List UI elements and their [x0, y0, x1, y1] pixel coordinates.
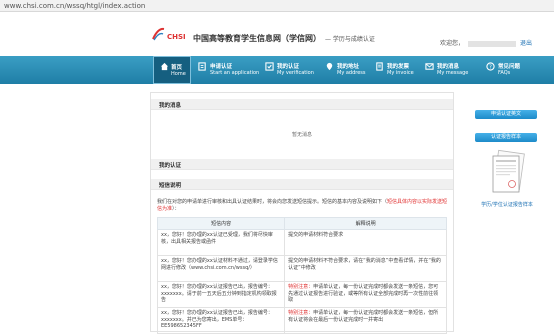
sms-table: 短信内容 解释说明 xx，您好！您办理的xx认证已受理，我们将尽快审核，出具相关… — [156, 217, 447, 334]
home-icon — [160, 62, 169, 71]
logo-text: CHSI — [167, 33, 186, 41]
note-text: 提交的申请材料不符合要求，请在“我的消息”中查看详情，并在“我的认证”中修改 — [288, 258, 441, 271]
apply-icon — [198, 62, 206, 71]
table-cell-content: xx，您好！您办理的xx认证已受理，我们将尽快审核，出具相关报告或函件 — [156, 229, 286, 256]
nav-item-verification[interactable]: 我的认证 My verification — [265, 56, 321, 84]
nav-item-faq-sublabel: FAQs — [498, 70, 511, 76]
table-header-row: 短信内容 解释说明 — [156, 217, 447, 230]
nav-item-address-label: 我的地址 — [337, 64, 360, 70]
sms-description: 我们在对您的申请单进行审核和出具认证结果时，将会向您发送短信提示。短信的基本内容… — [157, 199, 449, 213]
nav-item-invoice[interactable]: 我的发票 My invoice — [375, 56, 420, 84]
nav-item-message[interactable]: 我的消息 My message — [425, 56, 470, 84]
site-subtitle: — 学历与成绩认证 — [325, 36, 375, 43]
sms-section-title: 短信说明 — [159, 183, 182, 189]
invoice-icon — [376, 62, 383, 71]
url-text[interactable]: www.chsi.com.cn/wssq/htgl/index.action — [4, 2, 145, 10]
report-sample-thumbnail[interactable] — [488, 148, 528, 200]
column-header-content: 短信内容 — [156, 217, 286, 230]
nav-item-invoice-sublabel: My invoice — [387, 70, 414, 76]
nav-item-message-label: 我的消息 — [437, 64, 460, 70]
messages-section-title: 我的消息 — [159, 103, 182, 109]
table-cell-note: 特别注意：申请单认证，每一份认证完成时都会发送一条短信，您可先通过认证报告进行验… — [284, 281, 447, 308]
message-icon — [425, 63, 434, 70]
nav-item-verification-sublabel: My verification — [277, 70, 314, 76]
report-sample-button[interactable]: 认证报告样本 — [475, 133, 537, 142]
username-redacted — [468, 40, 517, 47]
sms-description-end: ）： — [172, 206, 180, 212]
nav-item-apply[interactable]: 申请认证 Start an application — [198, 56, 260, 84]
table-cell-note: 提交的申请材料符合要求 — [284, 229, 447, 256]
verification-icon — [265, 62, 274, 71]
verification-section-title: 我的认证 — [159, 163, 182, 169]
table-cell-note: 提交的申请材料不符合要求，请在“我的消息”中查看详情，并在“我的认证”中修改 — [284, 255, 447, 282]
nav-item-verification-label: 我的认证 — [277, 64, 300, 70]
column-header-note: 解释说明 — [284, 217, 447, 230]
main-panel: 我的消息 暂无消息 我的认证 短信说明 我们在对您的申请单进行审核和出具认证结果… — [150, 92, 454, 334]
site-title-main: 中国高等教育学生信息网（学信网） — [193, 34, 321, 43]
report-sample-link[interactable]: 学历/学位认证报告样本 — [476, 201, 538, 208]
nav-item-message-sublabel: My message — [437, 70, 469, 76]
messages-section-header: 我的消息 — [151, 99, 453, 110]
table-row: xx，您好！您办理的xx认证报告已出，报告编号：xxxxxxx。请于前一五天后五… — [156, 281, 447, 308]
sms-section-header: 短信说明 — [151, 179, 453, 190]
welcome-label: 欢迎您， — [440, 40, 465, 47]
user-welcome: 欢迎您， 退出 — [440, 38, 532, 47]
table-row: xx，您好！您办理的xx认证材料不通过，请登录学信网进行修改（www.chsi.… — [156, 255, 447, 282]
nav-item-home-label: 首页 — [171, 65, 183, 71]
note-warning: 特别注意： — [288, 284, 314, 290]
svg-text:?: ? — [489, 65, 492, 71]
nav-item-apply-sublabel: Start an application — [210, 70, 260, 76]
table-cell-content: xx，您好！您办理的xx认证报告已出，报告编号：xxxxxxx。请于前一五天后五… — [156, 281, 286, 308]
sms-description-text: 我们在对您的申请单进行审核和出具认证结果时，将会向您发送短信提示。短信的基本内容… — [157, 199, 388, 205]
nav-item-home-sublabel: Home — [171, 71, 186, 77]
apply-english-button[interactable]: 申请认证英文 — [475, 110, 537, 119]
nav-item-invoice-label: 我的发票 — [387, 64, 410, 70]
nav-item-address-sublabel: My address — [337, 70, 366, 76]
chsi-logo-icon — [152, 27, 165, 41]
note-text: 提交的申请材料符合要求 — [288, 232, 344, 238]
site-title: 中国高等教育学生信息网（学信网） — 学历与成绩认证 — [193, 33, 375, 44]
table-row: xx，您好！您办理的xx认证已受理，我们将尽快审核，出具相关报告或函件 提交的申… — [156, 229, 447, 256]
faq-icon: ? — [486, 62, 495, 71]
verification-section-header: 我的认证 — [151, 159, 453, 170]
nav-item-home[interactable]: 首页 Home — [153, 56, 191, 84]
note-warning: 特别注意： — [288, 310, 314, 316]
messages-empty-text: 暂无消息 — [291, 132, 312, 138]
nav-item-faq-label: 常见问题 — [498, 64, 521, 70]
main-nav: 首页 Home 申请认证 Start an application 我的认证 M… — [0, 56, 554, 84]
address-icon — [326, 62, 333, 71]
table-cell-content: xx，您好！您办理的xx认证材料不通过，请登录学信网进行修改（www.chsi.… — [156, 255, 286, 282]
nav-item-faq[interactable]: ? 常见问题 FAQs — [486, 56, 526, 84]
nav-item-address[interactable]: 我的地址 My address — [325, 56, 370, 84]
logout-link[interactable]: 退出 — [520, 40, 532, 47]
nav-item-apply-label: 申请认证 — [210, 64, 233, 70]
browser-address-bar[interactable]: www.chsi.com.cn/wssq/htgl/index.action — [0, 0, 554, 12]
